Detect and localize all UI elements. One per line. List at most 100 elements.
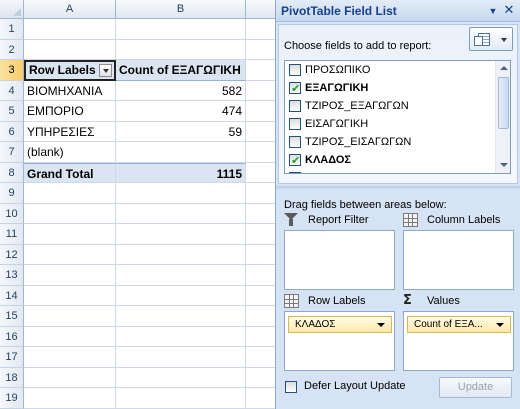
field-checkbox[interactable] (289, 80, 301, 98)
select-all-corner[interactable] (0, 0, 24, 19)
row-header[interactable]: 6 (0, 121, 24, 142)
row-header[interactable]: 17 (0, 347, 24, 368)
cell-b[interactable]: 474 (116, 101, 246, 122)
cell-c[interactable] (246, 142, 275, 163)
row-header[interactable]: 19 (0, 388, 24, 409)
row-header[interactable]: 12 (0, 244, 24, 265)
defer-layout-checkbox[interactable] (285, 381, 297, 393)
row-header[interactable]: 3 (0, 60, 24, 81)
cell-b[interactable] (116, 142, 246, 163)
row-header[interactable]: 14 (0, 285, 24, 306)
defer-layout-label[interactable]: Defer Layout Update (304, 380, 406, 392)
cell-c[interactable] (246, 183, 275, 204)
field-list-scrollbar[interactable] (495, 61, 510, 173)
cell-c[interactable] (246, 122, 275, 142)
cell-c[interactable] (246, 245, 275, 265)
field-checkbox[interactable] (289, 172, 301, 173)
row-header[interactable]: 11 (0, 224, 24, 245)
close-icon[interactable]: ✕ (502, 3, 516, 17)
field-list[interactable]: ΠΡΟΣΩΠΙΚΟ ΕΞΑΓΩΓΙΚΗ ΤΖΙΡΟΣ_ΕΞΑΓΩΓΩΝ ΕΙΣΑΓΩΓ… (284, 60, 511, 174)
row-header[interactable]: 15 (0, 306, 24, 327)
cell-a[interactable] (24, 347, 116, 368)
cell-c[interactable] (246, 368, 275, 388)
field-checkbox[interactable] (289, 136, 301, 148)
chevron-down-icon[interactable] (496, 323, 504, 327)
cell-b[interactable] (116, 19, 246, 40)
cell-b[interactable] (116, 306, 246, 327)
cell-b[interactable]: 59 (116, 121, 246, 142)
pane-options-dropdown-icon[interactable]: ▼ (487, 4, 499, 18)
report-filter-area[interactable] (284, 230, 395, 290)
cell-a[interactable] (24, 224, 116, 245)
cell-a[interactable] (24, 306, 116, 327)
row-header[interactable]: 8 (0, 162, 24, 183)
scroll-thumb[interactable] (498, 77, 509, 129)
cell-a[interactable] (24, 265, 116, 286)
values-area[interactable]: Count of ΕΞΑ... (403, 311, 514, 371)
field-list-item[interactable]: ΕΞΑΓΩΓΙΚΗ (285, 79, 510, 98)
cell-c[interactable] (246, 388, 275, 409)
row-header[interactable]: 13 (0, 265, 24, 286)
cell-b[interactable] (116, 367, 246, 388)
cell-a[interactable]: Row Labels (24, 60, 116, 81)
cell-a[interactable] (24, 285, 116, 306)
cell-b[interactable] (116, 39, 246, 60)
field-list-layout-button[interactable] (469, 27, 513, 51)
row-header[interactable]: 4 (0, 80, 24, 101)
cell-b[interactable] (116, 203, 246, 224)
value-field-chip[interactable]: Count of ΕΞΑ... (407, 316, 511, 333)
row-header[interactable]: 18 (0, 367, 24, 388)
column-header-a[interactable]: A (24, 0, 116, 19)
cell-b[interactable] (116, 347, 246, 368)
cell-c[interactable] (246, 286, 275, 306)
field-list-item[interactable]: ΤΖΙΡΟΣ_ΕΞΑΓΩΓΩΝ (285, 97, 510, 115)
cell-c[interactable] (246, 224, 275, 245)
row-header[interactable]: 9 (0, 183, 24, 204)
cell-c[interactable] (246, 163, 275, 183)
cell-a[interactable] (24, 367, 116, 388)
row-header[interactable]: 5 (0, 101, 24, 122)
field-list-item[interactable]: ΤΖΙΡΟΣ_ΕΙΣΑΓΩΓΩΝ (285, 133, 510, 151)
cell-b[interactable]: 1115 (116, 162, 246, 183)
row-header[interactable]: 1 (0, 19, 24, 40)
cell-a[interactable] (24, 203, 116, 224)
row-labels-filter-dropdown[interactable] (99, 64, 112, 77)
cell-b[interactable]: 582 (116, 80, 246, 101)
cell-c[interactable] (246, 101, 275, 122)
cell-a[interactable] (24, 388, 116, 409)
cell-c[interactable] (246, 327, 275, 347)
cell-b[interactable] (116, 265, 246, 286)
cell-c[interactable] (246, 265, 275, 286)
section-splitter[interactable] (276, 186, 520, 190)
cell-b[interactable] (116, 326, 246, 347)
row-labels-area[interactable]: ΚΛΑΔΟΣ (284, 311, 395, 371)
update-button[interactable]: Update (439, 377, 512, 398)
cell-a[interactable] (24, 19, 116, 40)
cell-c[interactable] (246, 306, 275, 327)
cell-a[interactable]: ΥΠΗΡΕΣΙΕΣ (24, 121, 116, 142)
cell-c[interactable] (246, 40, 275, 60)
chevron-down-icon[interactable] (377, 323, 385, 327)
column-header-b[interactable]: B (116, 0, 246, 19)
row-field-chip[interactable]: ΚΛΑΔΟΣ (288, 316, 392, 333)
cell-b[interactable] (116, 224, 246, 245)
field-list-item[interactable]: ΕΙΣΑΓΩΓΙΚΗ (285, 115, 510, 133)
cell-a[interactable] (24, 39, 116, 60)
field-list-item[interactable]: ΠΡΟΣΩΠΙΚΟ (285, 61, 510, 79)
cell-a[interactable]: Grand Total (24, 162, 116, 183)
cell-a[interactable] (24, 244, 116, 265)
row-header[interactable]: 10 (0, 203, 24, 224)
cell-a[interactable]: (blank) (24, 142, 116, 163)
cell-a[interactable]: ΕΜΠΟΡΙΟ (24, 101, 116, 122)
column-header-c[interactable] (246, 0, 275, 19)
column-labels-area[interactable] (403, 230, 514, 290)
field-checkbox[interactable] (289, 100, 301, 112)
cell-c[interactable] (246, 81, 275, 101)
cell-b[interactable] (116, 285, 246, 306)
field-list-item[interactable]: ΚΛΑΔΟΣ (285, 151, 510, 170)
cell-c[interactable] (246, 19, 275, 40)
cell-b[interactable] (116, 244, 246, 265)
worksheet[interactable]: A B 1 2 3 Row Labels Count of ΕΞΑΓΩΓΙΚΗ 4 ΒΙΟΜ… (0, 0, 275, 409)
field-checkbox[interactable] (289, 118, 301, 130)
row-header[interactable]: 2 (0, 39, 24, 60)
